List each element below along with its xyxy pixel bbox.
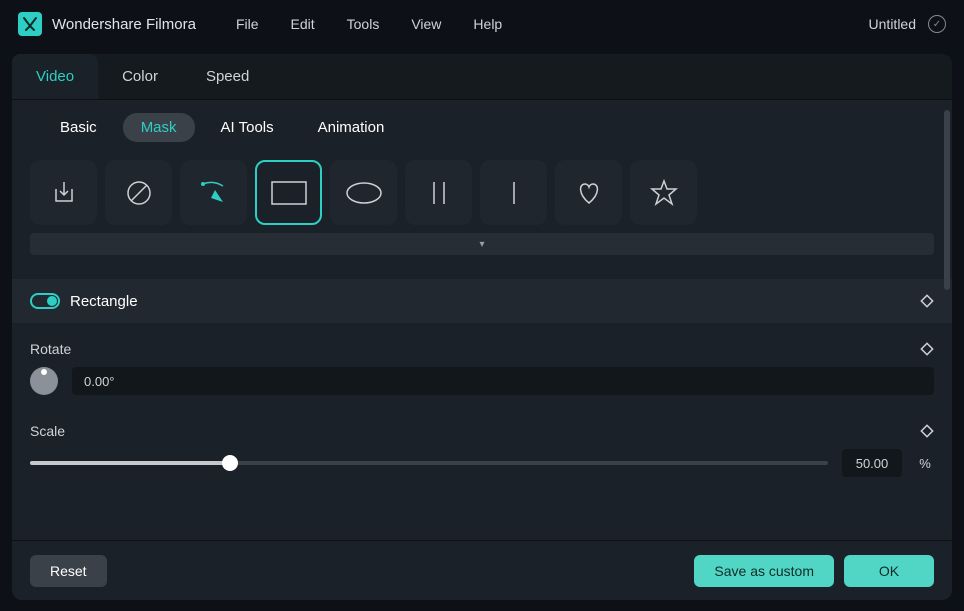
rotate-knob[interactable] (30, 367, 58, 395)
save-as-custom-button[interactable]: Save as custom (694, 555, 834, 587)
shape-none-button[interactable] (105, 160, 172, 225)
shape-single-line-button[interactable] (480, 160, 547, 225)
shape-rectangle-button[interactable] (255, 160, 322, 225)
subtab-animation[interactable]: Animation (300, 113, 403, 142)
mask-section-header: Rectangle (12, 279, 952, 323)
expand-collapse-bar[interactable]: ▾ (30, 233, 934, 255)
app-title: Wondershare Filmora (52, 16, 196, 33)
scale-keyframe-icon[interactable] (920, 424, 934, 438)
tab-color[interactable]: Color (98, 54, 182, 99)
subtab-mask[interactable]: Mask (123, 113, 195, 142)
rotate-label: Rotate (30, 341, 71, 357)
scrollbar[interactable] (944, 110, 950, 290)
tab-video[interactable]: Video (12, 54, 98, 99)
mask-section-title: Rectangle (70, 293, 138, 310)
mask-enable-toggle[interactable] (30, 293, 60, 309)
subtab-aitools[interactable]: AI Tools (203, 113, 292, 142)
rotate-value-input[interactable]: 0.00° (72, 367, 934, 395)
sub-tabs: Basic Mask AI Tools Animation (12, 100, 952, 154)
scale-value-input[interactable]: 50.00 (842, 449, 902, 477)
chevron-down-icon: ▾ (479, 239, 484, 250)
ok-button[interactable]: OK (844, 555, 934, 587)
mask-shapes-row (12, 154, 952, 225)
menubar: Wondershare Filmora File Edit Tools View… (0, 0, 964, 48)
properties-panel: Video Color Speed Basic Mask AI Tools An… (12, 54, 952, 600)
subtab-basic[interactable]: Basic (42, 113, 115, 142)
reset-button[interactable]: Reset (30, 555, 107, 587)
top-tabs: Video Color Speed (12, 54, 952, 100)
rotate-keyframe-icon[interactable] (920, 342, 934, 356)
shape-star-button[interactable] (630, 160, 697, 225)
keyframe-diamond-icon[interactable] (920, 294, 934, 308)
menu-view[interactable]: View (411, 16, 441, 32)
shape-import-button[interactable] (30, 160, 97, 225)
status-check-icon[interactable] (928, 15, 946, 33)
footer-bar: Reset Save as custom OK (12, 540, 952, 600)
menu-tools[interactable]: Tools (347, 16, 380, 32)
scale-slider[interactable] (30, 461, 828, 465)
shape-heart-button[interactable] (555, 160, 622, 225)
scale-slider-thumb[interactable] (222, 455, 238, 471)
menu-edit[interactable]: Edit (291, 16, 315, 32)
scale-label: Scale (30, 423, 65, 439)
scale-unit: % (916, 456, 934, 471)
menu-file[interactable]: File (236, 16, 259, 32)
shape-ellipse-button[interactable] (330, 160, 397, 225)
shape-double-line-button[interactable] (405, 160, 472, 225)
document-title: Untitled (869, 16, 916, 32)
tab-speed[interactable]: Speed (182, 54, 273, 99)
menu-help[interactable]: Help (473, 16, 502, 32)
shape-pen-button[interactable] (180, 160, 247, 225)
app-logo-icon (18, 12, 42, 36)
